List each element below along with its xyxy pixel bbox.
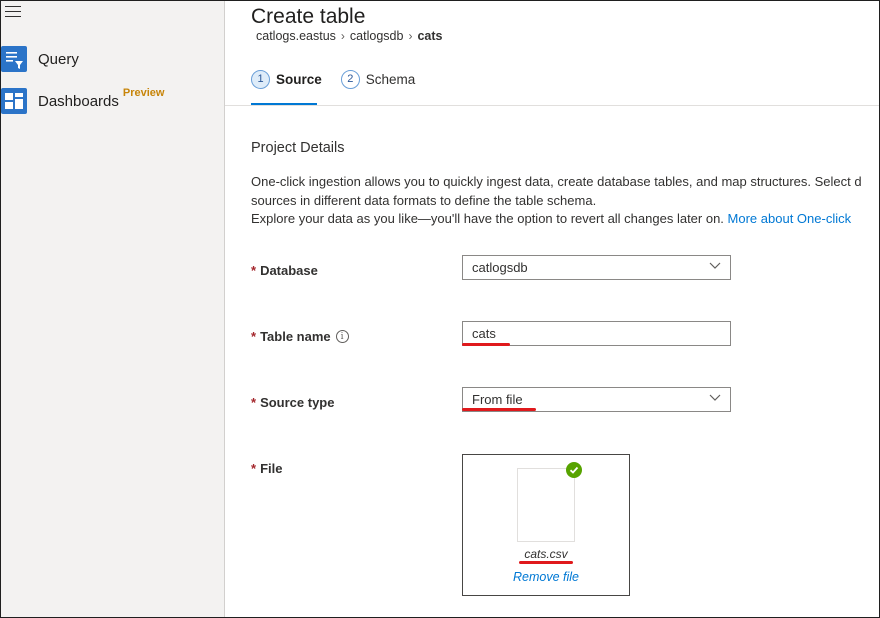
annotation-underline [462, 343, 510, 346]
hamburger-icon[interactable] [5, 6, 21, 18]
description-line: sources in different data formats to def… [251, 192, 597, 208]
tab-label: Source [276, 71, 322, 87]
tab-schema[interactable]: 2 Schema [340, 67, 416, 91]
check-circle-icon [566, 462, 582, 478]
step-number: 1 [251, 69, 270, 89]
annotation-underline [519, 561, 573, 564]
file-dropzone[interactable]: cats.csv Remove file [462, 454, 630, 596]
description: One-click ingestion allows you to quickl… [251, 173, 879, 229]
breadcrumb-database[interactable]: catlogsdb [350, 29, 404, 43]
app-frame: Query Dashboards Preview Create table ca… [0, 0, 880, 618]
label-text: Source type [260, 395, 335, 410]
sidebar-item-dashboards[interactable]: Dashboards Preview [1, 86, 164, 116]
info-icon[interactable]: i [335, 330, 349, 343]
tab-source[interactable]: 1 Source [251, 67, 322, 91]
query-icon [1, 46, 27, 72]
required-marker: * [251, 329, 257, 344]
source-type-label: * Source type [251, 395, 334, 410]
page-title: Create table [251, 5, 366, 28]
file-icon [517, 468, 575, 542]
wizard-tabs: 1 Source 2 Schema [251, 67, 434, 91]
input-value: cats [472, 326, 496, 341]
description-line: One-click ingestion allows you to quickl… [251, 174, 862, 189]
required-marker: * [251, 395, 257, 410]
label-text: File [260, 461, 283, 476]
chevron-right-icon: › [340, 29, 345, 43]
sidebar: Query Dashboards Preview [1, 1, 225, 617]
breadcrumb-cluster[interactable]: catlogs.eastus [256, 29, 336, 43]
sidebar-item-label: Query [38, 50, 79, 68]
label-text: Table name [260, 329, 331, 344]
breadcrumb-table: cats [417, 29, 443, 43]
header-divider [225, 105, 879, 106]
annotation-underline [462, 408, 536, 411]
required-marker: * [251, 461, 257, 476]
file-label: * File [251, 461, 282, 476]
label-text: Database [260, 263, 318, 278]
main-content: Create table catlogs.eastus › catlogsdb … [225, 1, 879, 617]
table-name-label: * Table name i [251, 329, 349, 344]
breadcrumb: catlogs.eastus › catlogsdb › cats [256, 29, 442, 43]
chevron-down-icon [709, 262, 721, 269]
chevron-down-icon [709, 394, 721, 401]
dropdown-value: catlogsdb [472, 260, 528, 275]
database-dropdown[interactable]: catlogsdb [462, 255, 731, 280]
more-about-link[interactable]: More about One-click [728, 211, 852, 226]
tab-label: Schema [365, 71, 416, 87]
sidebar-item-label: Dashboards [38, 92, 119, 110]
dashboards-icon [1, 88, 27, 114]
description-line: Explore your data as you like—you'll hav… [251, 210, 879, 229]
step-number: 2 [340, 69, 360, 89]
file-name: cats.csv [524, 547, 568, 561]
chevron-right-icon: › [408, 29, 413, 43]
description-text: Explore your data as you like—you'll hav… [251, 211, 724, 226]
section-title: Project Details [251, 140, 345, 156]
required-marker: * [251, 263, 257, 278]
preview-badge: Preview [122, 87, 165, 99]
remove-file-link[interactable]: Remove file [463, 570, 629, 584]
database-label: * Database [251, 263, 318, 278]
sidebar-item-query[interactable]: Query [1, 44, 79, 74]
dropdown-value: From file [472, 392, 523, 407]
